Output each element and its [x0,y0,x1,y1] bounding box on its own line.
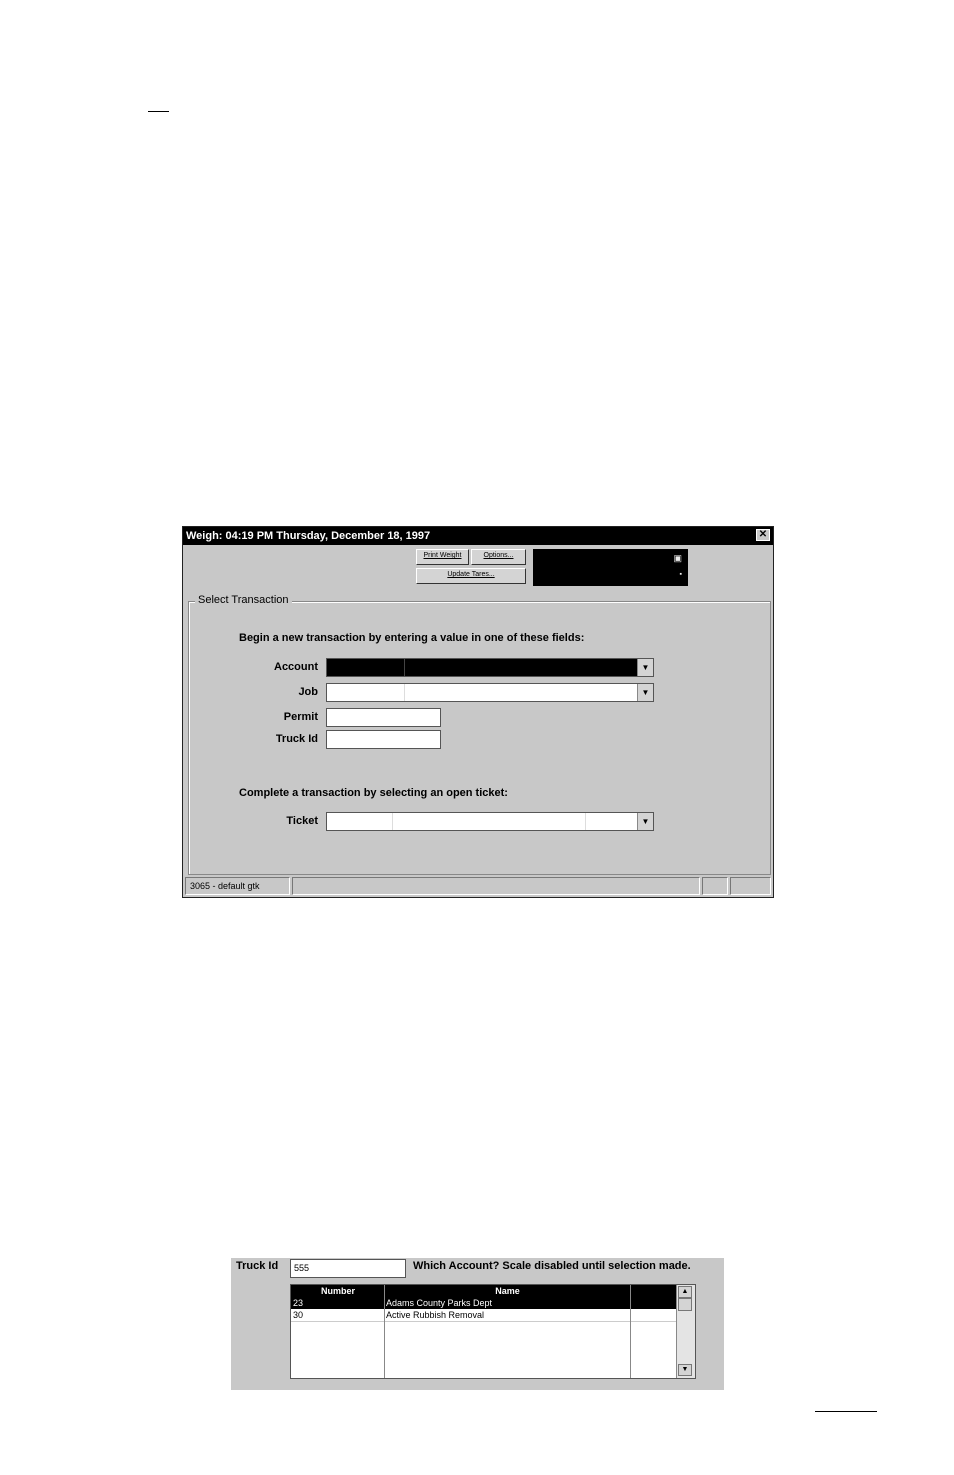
vertical-scrollbar[interactable]: ▲ ▼ [676,1285,695,1378]
print-weight-button[interactable]: Print Weight [416,549,469,565]
window-title: Weigh: 04:19 PM Thursday, December 18, 1… [186,530,431,542]
account-name: Active Rubbish Removal [386,1310,485,1320]
account-name: Adams County Parks Dept [386,1298,493,1308]
truck-id-input[interactable]: 555 [290,1259,406,1278]
account-number: 30 [293,1310,304,1320]
select-transaction-group: Select Transaction Begin a new transacti… [188,594,771,875]
ticket-combobox[interactable]: ▼ [326,812,654,831]
truck-id-label: Truck Id [236,1260,279,1272]
update-tares-button[interactable]: Update Tares... [416,568,526,584]
indicator-icon: ▪ [679,571,682,578]
close-icon[interactable]: ✕ [756,529,770,541]
account-number: 23 [293,1298,304,1308]
permit-label: Permit [283,711,318,723]
job-combobox[interactable]: ▼ [326,683,654,702]
status-pane-profile: 3065 - default gtk [185,877,290,895]
new-transaction-instruction: Begin a new transaction by entering a va… [239,632,585,644]
column-divider [384,1285,385,1378]
account-label: Account [274,661,318,673]
chevron-down-icon[interactable]: ▼ [637,659,653,676]
chevron-down-icon[interactable]: ▼ [637,684,653,701]
list-header: Number Name [291,1285,677,1297]
page-icon[interactable]: ▣ [673,553,682,564]
options-button[interactable]: Options... [471,549,526,565]
page-rule-bottom [815,1411,877,1412]
list-item[interactable]: 23 Adams County Parks Dept [291,1297,677,1309]
column-header-number[interactable]: Number [293,1285,383,1297]
list-item[interactable]: 30 Active Rubbish Removal [291,1309,677,1322]
complete-transaction-instruction: Complete a transaction by selecting an o… [239,787,508,799]
truck-id-label: Truck Id [275,733,318,745]
chevron-down-icon[interactable]: ▼ [637,813,653,830]
permit-input[interactable] [326,708,441,727]
account-combobox[interactable]: ▼ [326,658,654,677]
ticket-label: Ticket [286,815,318,827]
status-pane-message [292,877,700,895]
column-divider [630,1285,631,1378]
scroll-down-icon[interactable]: ▼ [678,1364,692,1376]
window-titlebar: Weigh: 04:19 PM Thursday, December 18, 1… [183,527,773,545]
status-bar: 3065 - default gtk [185,877,771,895]
page-rule-top [148,111,169,112]
account-lookup-panel: Truck Id 555 Which Account? Scale disabl… [231,1258,724,1390]
weigh-window: Weigh: 04:19 PM Thursday, December 18, 1… [182,526,774,898]
account-prompt: Which Account? Scale disabled until sele… [413,1260,691,1272]
job-label: Job [298,686,318,698]
status-pane-end [730,877,771,895]
column-header-name[interactable]: Name [386,1285,629,1297]
weight-display: ▣ ▪ [533,549,688,586]
account-list: Number Name 23 Adams County Parks Dept 3… [290,1284,696,1379]
scroll-thumb[interactable] [678,1298,692,1311]
scroll-up-icon[interactable]: ▲ [678,1286,692,1298]
group-label: Select Transaction [195,594,292,606]
truck-id-input[interactable] [326,730,441,749]
status-pane-small [702,877,728,895]
